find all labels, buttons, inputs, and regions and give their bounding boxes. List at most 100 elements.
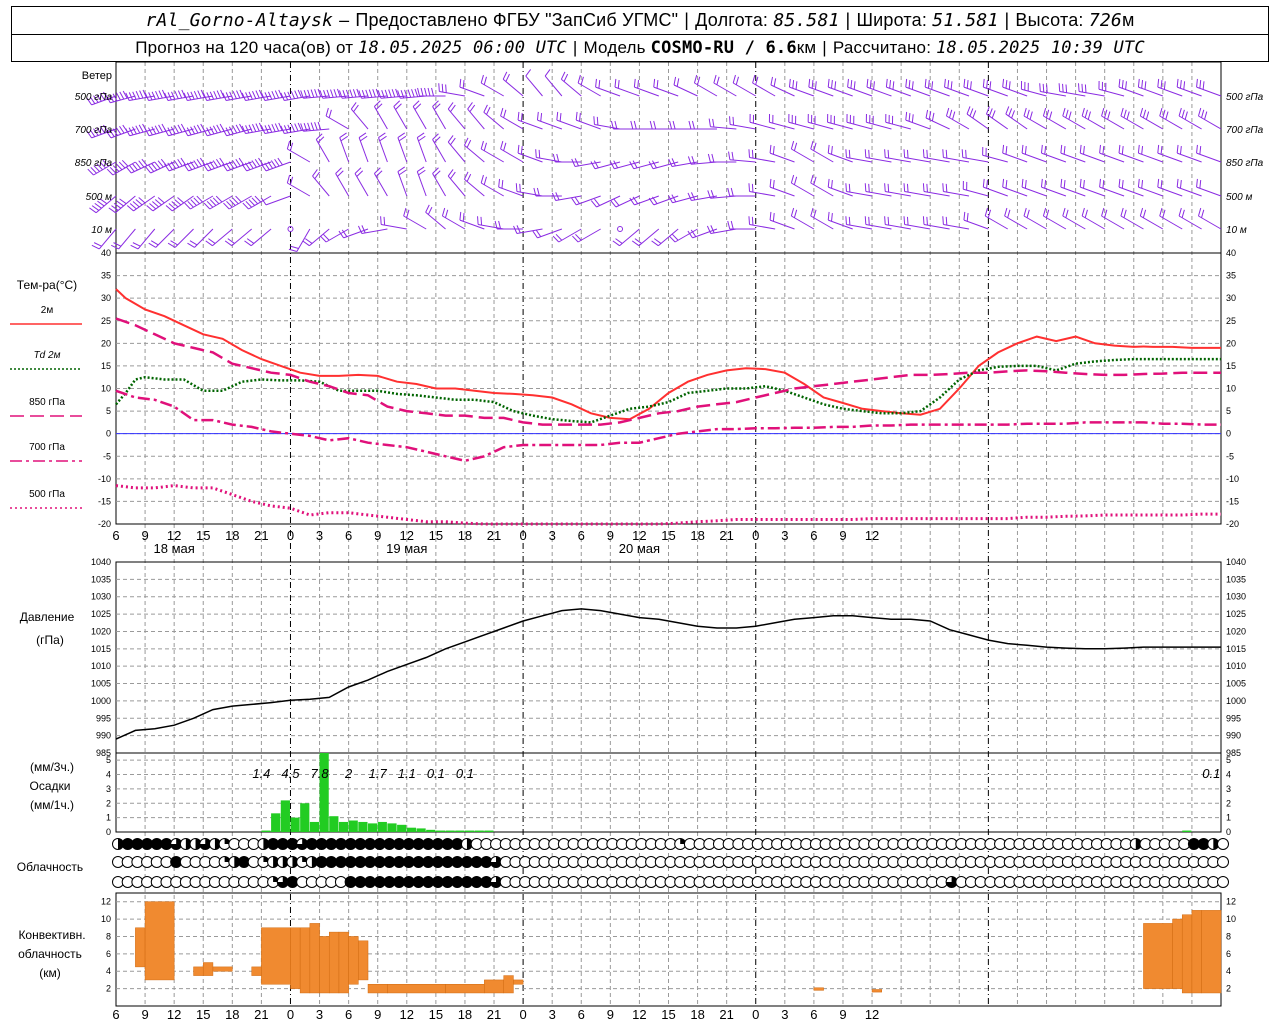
pressure-tick-right: 995 (1226, 713, 1241, 723)
hour-label: 0 (519, 528, 526, 543)
wind-barb-flag (834, 81, 837, 90)
convective-bar (503, 975, 514, 994)
wind-barb (962, 181, 989, 197)
wind-barb-flag (590, 161, 596, 169)
wind-barb-flag (1046, 84, 1048, 93)
wind-barb-flag (193, 125, 199, 134)
wind-barb-flag (1179, 146, 1182, 155)
wind-barb (441, 207, 466, 230)
precip-bar (300, 803, 310, 832)
wind-barb-staff (1138, 186, 1164, 197)
wind-barb-flag (931, 81, 934, 90)
wind-barb-flag (544, 69, 551, 77)
temp-tick-left: 5 (106, 406, 111, 416)
temp-tick-left: -10 (98, 474, 111, 484)
wind-barb-staff (1021, 152, 1047, 163)
wind-barb-staff (1041, 186, 1067, 197)
wind-barb (827, 114, 853, 130)
wind-barb-flag (163, 128, 169, 136)
wind-barb (560, 71, 582, 97)
wind-barb-flag (595, 78, 597, 88)
hour-label-bottom: 9 (374, 1007, 381, 1022)
wind-barb-staff (1196, 86, 1222, 97)
temp-tick-left: 35 (101, 271, 111, 281)
wind-barb-staff (1081, 115, 1105, 130)
wind-barb-flag (119, 125, 125, 134)
wind-barb (325, 107, 349, 130)
wind-barb-flag (1121, 80, 1124, 89)
wind-barb-flag (219, 157, 225, 166)
wind-barb-flag (391, 89, 396, 98)
wind-barb-flag (1157, 144, 1160, 154)
wind-barb-flag (148, 164, 155, 172)
wind-barb-staff (447, 108, 466, 130)
wind-barb-flag (1002, 144, 1005, 154)
wind-barb-flag (171, 201, 179, 208)
wind-barb-flag (115, 127, 122, 135)
wind-barb-flag (141, 158, 148, 166)
hour-label: 0 (752, 528, 759, 543)
pressure-tick-right: 1025 (1226, 609, 1246, 619)
wind-barb-staff (905, 119, 931, 130)
wind-barb-flag (417, 87, 421, 97)
wind-barb-flag (889, 80, 892, 89)
precip-tick-left: 0 (106, 827, 111, 837)
wind-barb-flag (963, 78, 966, 88)
wind-barb-flag (751, 183, 754, 193)
wind-barb-flag (924, 78, 927, 88)
wind-barb (790, 174, 815, 197)
precip-tick-right: 4 (1226, 770, 1231, 780)
wind-barb-flag (536, 111, 539, 121)
wind-barb-flag (942, 149, 944, 158)
convective-title: Конвективн. (18, 928, 85, 942)
wind-barb-flag (177, 158, 183, 167)
wind-barb-staff (577, 82, 601, 97)
wind-barb-flag (596, 116, 599, 126)
precip-3h-total: 1.7 (369, 766, 388, 781)
wind-barb-flag (414, 103, 422, 110)
wind-barb-flag (866, 78, 869, 88)
wind-barb-flag (447, 135, 454, 143)
wind-barb-flag (183, 128, 189, 136)
pressure-tick-right: 1005 (1226, 679, 1246, 689)
wind-barb-flag (868, 183, 870, 193)
wind-barb (164, 157, 194, 172)
wind-barb-flag (864, 183, 867, 192)
wind-barb-flag (254, 195, 262, 203)
wind-barb (610, 195, 640, 208)
temp-tick-right: 5 (1226, 406, 1231, 416)
wind-barb-flag (575, 111, 578, 121)
wind-barb-flag (1084, 209, 1088, 218)
wind-barb-staff (963, 219, 989, 230)
hour-label-bottom: 12 (400, 1007, 414, 1022)
wind-barb-flag (831, 80, 833, 89)
wind-barb-flag (966, 106, 971, 115)
hour-label: 6 (810, 528, 817, 543)
wind-barb-flag (982, 178, 985, 188)
wind-barb (810, 174, 834, 197)
convective-tick-right: 2 (1226, 984, 1231, 994)
wind-barb-flag (792, 80, 795, 89)
temp-tick-right: 40 (1226, 248, 1236, 258)
wind-barb-flag (94, 202, 102, 209)
wind-barb-flag (868, 216, 870, 226)
wind-barb-flag (1198, 207, 1202, 217)
wind-barb-flag (1011, 110, 1015, 119)
wind-barb-staff (946, 115, 970, 130)
wind-barb-staff (1060, 186, 1086, 197)
wind-barb-flag (942, 216, 944, 225)
wind-barb-flag (633, 120, 637, 130)
wind-barb-flag (673, 76, 677, 86)
wind-barb (335, 167, 350, 197)
wind-barb-flag (906, 216, 909, 226)
wind-barb-flag (223, 202, 230, 210)
wind-barb-flag (676, 78, 680, 87)
wind-barb (864, 216, 892, 230)
wind-barb-flag (1062, 107, 1066, 117)
wind-barb-flag (144, 128, 150, 136)
wind-barb-flag (225, 127, 231, 136)
wind-barb-staff (886, 86, 911, 97)
convective-bar (299, 927, 311, 994)
wind-barb-flag (869, 80, 872, 89)
hour-label-bottom: 6 (345, 1007, 352, 1022)
